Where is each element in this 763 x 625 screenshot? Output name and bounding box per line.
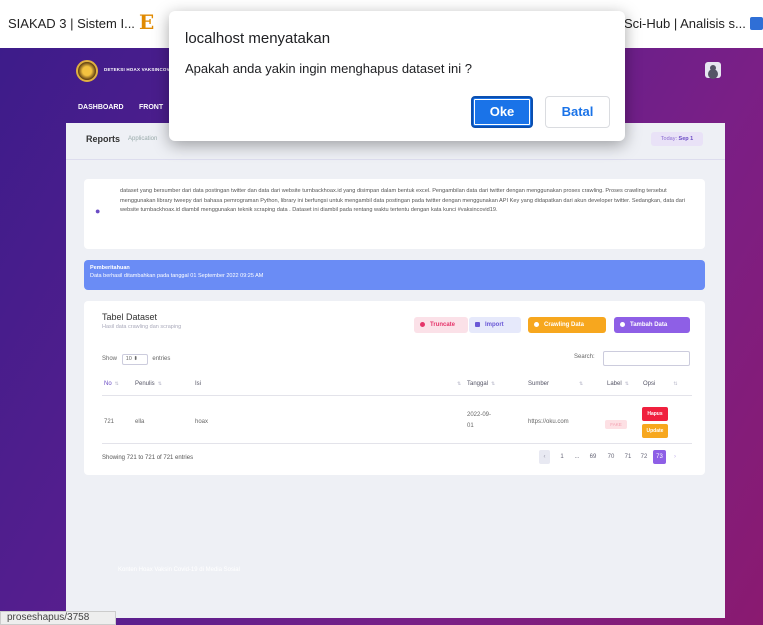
today-label: Today: <box>660 136 677 142</box>
today-value: Sep 1 <box>678 136 694 142</box>
showing-info: Showing 721 to 721 of 721 entries <box>102 455 194 461</box>
notification-body: Data berhasil ditambahkan pada tanggal 0… <box>90 273 264 279</box>
pagination-ellipsis: ... <box>574 454 580 460</box>
import-label: Import <box>485 322 504 328</box>
footer-text: Konten Hoax Vaksin Covid-19 di Media Sos… <box>118 567 240 573</box>
main-card: Reports Application Today: Sep 1 ● datas… <box>66 123 725 618</box>
hapus-button[interactable]: Hapus <box>642 407 668 421</box>
col-header-tanggal[interactable]: Tanggal ⇅ <box>467 381 495 387</box>
truncate-button[interactable]: Truncate <box>414 317 468 333</box>
import-button[interactable]: Import <box>469 317 521 333</box>
truncate-label: Truncate <box>430 322 456 328</box>
today-badge: Today: Sep 1 <box>651 132 703 146</box>
search-label: Search: <box>574 354 595 360</box>
bookmark-scihub[interactable]: Sci-Hub | Analisis s... <box>624 16 746 31</box>
table-title: Tabel Dataset <box>102 312 158 322</box>
table-header-divider <box>102 395 692 396</box>
entries-value: 10 <box>125 356 132 362</box>
add-data-button[interactable]: Tambah Data <box>614 317 690 333</box>
pagination-page-72[interactable]: 72 <box>638 450 650 464</box>
cell-isi: hoax <box>195 419 209 425</box>
col-label-label: Label <box>607 381 622 387</box>
col-tanggal-label: Tanggal <box>467 381 489 387</box>
bookmark-siakad[interactable]: SIAKAD 3 | Sistem I... E <box>8 10 154 34</box>
sort-icon: ⇅ <box>114 381 119 387</box>
cell-tanggal: 2022-09- <box>467 412 492 418</box>
col-no-label: No <box>104 381 112 387</box>
app-logo-icon[interactable] <box>76 60 98 82</box>
info-text: dataset yang bersumber dari data posting… <box>120 188 686 213</box>
plus-icon <box>620 322 625 327</box>
notification-title: Pemberitahuan <box>90 265 130 271</box>
crawling-label: Crawling Data <box>544 322 585 328</box>
cell-no: 721 <box>104 419 115 425</box>
info-box: ● dataset yang bersumber dari data posti… <box>84 179 705 249</box>
sort-icon: ⇅ <box>157 381 162 387</box>
table-subtitle: Hasil data crawling dan scraping <box>102 324 182 330</box>
col-isi-sort[interactable]: ⇅ <box>454 381 461 387</box>
show-label: Show <box>102 356 118 362</box>
entries-select[interactable]: 10 ⬍ <box>121 354 148 365</box>
cell-sumber: https://oku.com <box>528 419 569 425</box>
page-title: Reports <box>86 134 121 144</box>
dialog-title: localhost menyatakan <box>185 30 331 47</box>
dialog-message: Apakah anda yakin ingin menghapus datase… <box>185 61 472 76</box>
pagination-page-71[interactable]: 71 <box>623 450 633 464</box>
col-header-no[interactable]: No ⇅ <box>104 381 119 387</box>
col-header-opsi[interactable]: Opsi ⇅ <box>643 381 678 387</box>
cell-tanggal-2: 01 <box>467 423 474 429</box>
col-header-label[interactable]: Label ⇅ <box>607 381 629 387</box>
entries-label: entries <box>152 356 171 362</box>
crawling-button[interactable]: Crawling Data <box>528 317 606 333</box>
bookmark-e-icon[interactable]: E <box>139 10 154 34</box>
col-isi-label: Isi <box>195 381 201 387</box>
menu-front[interactable]: FRONT <box>139 104 163 111</box>
sort-icon: ⇅ <box>491 381 496 387</box>
app-title: DETEKSI HOAX VAKSINCOVID <box>104 67 175 72</box>
add-data-label: Tambah Data <box>630 322 668 328</box>
pagination-page-1[interactable]: 1 <box>558 450 566 464</box>
table-row-divider <box>102 443 692 444</box>
cancel-button[interactable]: Batal <box>545 96 610 128</box>
sort-icon: ⇅ <box>673 381 678 387</box>
dataset-table-card: Tabel Dataset Hasil data crawling dan sc… <box>84 301 705 475</box>
show-entries: Show 10 ⬍ entries <box>102 354 170 365</box>
sort-icon: ⇅ <box>624 381 629 387</box>
update-button[interactable]: Update <box>642 424 668 438</box>
divider <box>66 159 725 160</box>
menu-dashboard[interactable]: DASHBOARD <box>78 104 124 111</box>
bookmark-siakad-label: SIAKAD 3 | Sistem I... <box>8 16 135 31</box>
cell-penulis: ella <box>135 419 145 425</box>
bookmark-favicon-icon[interactable] <box>750 17 763 30</box>
file-icon <box>475 322 480 327</box>
trash-icon <box>420 322 425 327</box>
pagination-prev[interactable]: ‹ <box>539 450 550 464</box>
user-menu-icon[interactable] <box>705 62 721 78</box>
info-icon: ● <box>95 206 101 216</box>
col-header-penulis[interactable]: Penulis ⇅ <box>135 381 162 387</box>
crawl-icon <box>534 322 539 327</box>
notification-alert: Pemberitahuan Data berhasil ditambahkan … <box>84 260 705 290</box>
page-subtitle: Application <box>128 136 158 142</box>
ok-button[interactable]: Oke <box>471 96 533 128</box>
col-header-sumber[interactable]: Sumber ⇅ <box>528 381 583 387</box>
sort-icon: ⇅ <box>457 381 462 387</box>
sort-icon: ⇅ <box>579 381 584 387</box>
col-penulis-label: Penulis <box>135 381 155 387</box>
confirm-dialog: localhost menyatakan Apakah anda yakin i… <box>169 11 625 141</box>
pagination-page-70[interactable]: 70 <box>605 450 617 464</box>
pagination-page-69[interactable]: 69 <box>587 450 599 464</box>
col-header-isi[interactable]: Isi <box>195 381 201 387</box>
label-badge: FAKE <box>605 420 627 429</box>
col-opsi-label: Opsi <box>643 381 656 387</box>
col-sumber-label: Sumber <box>528 381 550 387</box>
status-bar-url: proseshapus/3758 <box>0 611 116 625</box>
pagination-next[interactable]: › <box>670 450 680 464</box>
pagination-page-73[interactable]: 73 <box>653 450 666 464</box>
search-input[interactable] <box>603 351 690 366</box>
